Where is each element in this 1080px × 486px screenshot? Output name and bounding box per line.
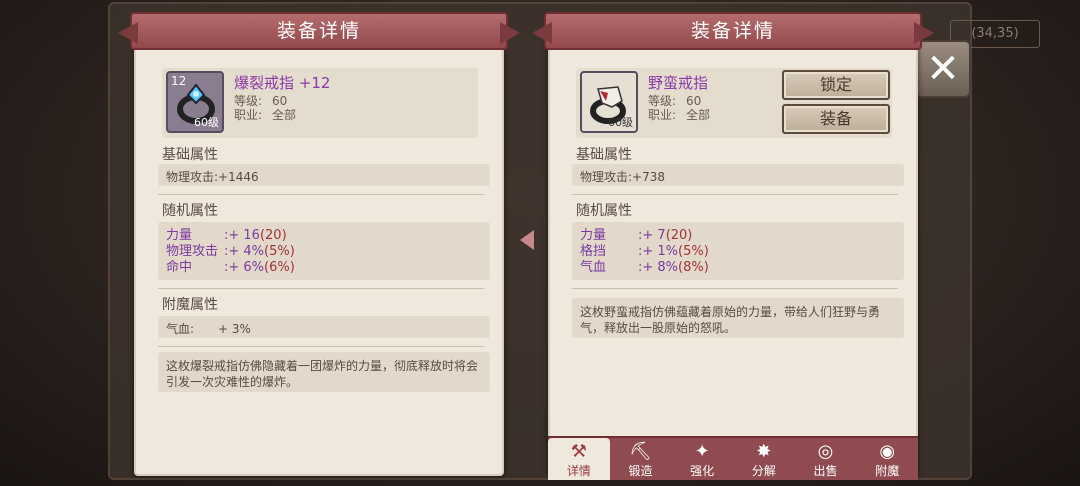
item-job: 全部 <box>686 108 711 122</box>
tab-enchant[interactable]: ◉ 附魔 <box>856 438 918 480</box>
lock-button[interactable]: 锁定 <box>782 70 890 100</box>
enchant-attributes-title: 附魔属性 <box>162 297 218 313</box>
equipment-detail-panel-new: 装备详情 60级 野蛮戒指 等级: 60 职业: 全部 锁定 装备 基础属性 物理攻… <box>544 12 922 476</box>
tab-forge[interactable]: ⛏ 锻造 <box>610 438 672 480</box>
divider <box>158 194 484 195</box>
random-stat-row: 物理攻击:+ 4%(5%) <box>166 244 295 259</box>
divider <box>572 288 898 289</box>
tab-enhance[interactable]: ✦ 强化 <box>671 438 733 480</box>
base-stat: 物理攻击:+1446 <box>158 164 490 186</box>
random-stat-row: 力量:+ 16(20) <box>166 228 287 243</box>
panel-title: 装备详情 <box>544 12 922 50</box>
random-stats-list: 力量:+ 16(20) 物理攻击:+ 4%(5%) 命中:+ 6%(6%) <box>158 222 490 280</box>
ring-item-icon[interactable]: 60级 <box>580 71 638 133</box>
random-stat-row: 力量:+ 7(20) <box>580 228 693 243</box>
item-job: 全部 <box>272 108 297 122</box>
random-stat-row: 格挡:+ 1%(5%) <box>580 244 709 259</box>
random-attributes-title: 随机属性 <box>576 203 632 219</box>
eye-icon: ◉ <box>879 441 896 462</box>
random-stat-row: 命中:+ 6%(6%) <box>166 260 295 275</box>
job-label: 职业: <box>234 108 263 122</box>
close-icon: ✕ <box>926 46 960 92</box>
equipment-action-tabs: ⚒ 详情 ⛏ 锻造 ✦ 强化 ✸ 分解 ◎ 出售 ◉ 附魔 <box>548 436 918 480</box>
item-description: 这枚爆裂戒指仿佛隐藏着一团爆炸的力量，彻底释放时将会引发一次灾难性的爆炸。 <box>158 352 490 392</box>
random-stat-row: 气血:+ 8%(8%) <box>580 260 709 275</box>
base-attributes-title: 基础属性 <box>162 147 218 163</box>
base-attributes-title: 基础属性 <box>576 147 632 163</box>
item-header: 12 60级 爆裂戒指 +12 等级: 60 职业: 全部 <box>162 68 478 138</box>
hammer-icon: ⚒ <box>570 441 587 462</box>
tab-details[interactable]: ⚒ 详情 <box>548 438 610 480</box>
panel-title: 装备详情 <box>130 12 508 50</box>
item-level-tag: 60级 <box>608 116 633 129</box>
burst-icon: ✸ <box>756 441 772 462</box>
ring-item-icon[interactable]: 12 60级 <box>166 71 224 133</box>
job-label: 职业: <box>648 108 677 122</box>
close-button[interactable]: ✕ <box>915 40 971 98</box>
item-name: 爆裂戒指 +12 <box>234 74 331 92</box>
random-stats-list: 力量:+ 7(20) 格挡:+ 1%(5%) 气血:+ 8%(8%) <box>572 222 904 280</box>
compare-arrow-icon <box>520 230 534 250</box>
item-description: 这枚野蛮戒指仿佛蕴藏着原始的力量，带给人们狂野与勇气，释放出一股原始的怒吼。 <box>572 298 904 338</box>
base-stat: 物理攻击:+738 <box>572 164 904 186</box>
item-name: 野蛮戒指 <box>648 74 709 92</box>
divider <box>572 194 898 195</box>
wand-icon: ✦ <box>694 441 710 462</box>
coins-icon: ◎ <box>817 441 834 462</box>
equip-button[interactable]: 装备 <box>782 104 890 134</box>
tab-disassemble[interactable]: ✸ 分解 <box>733 438 795 480</box>
anvil-icon: ⛏ <box>629 441 652 462</box>
divider <box>158 346 484 347</box>
tab-sell[interactable]: ◎ 出售 <box>795 438 857 480</box>
enchant-stat: 气血: + 3% <box>158 316 490 338</box>
item-level-tag: 60级 <box>194 116 219 129</box>
divider <box>158 288 484 289</box>
equipment-detail-panel-current: 装备详情 12 60级 爆裂戒指 +12 等级: 60 职业: 全部 基础属性 物理… <box>130 12 508 476</box>
random-attributes-title: 随机属性 <box>162 203 218 219</box>
